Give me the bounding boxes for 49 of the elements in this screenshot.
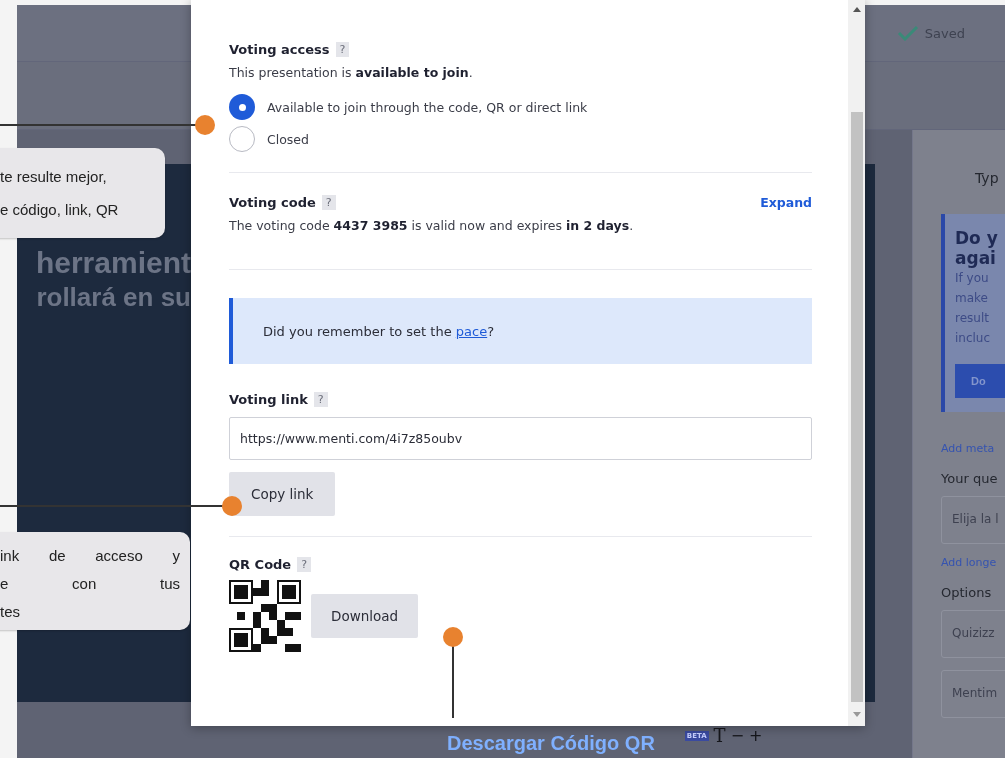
annotation-text: e con tus (0, 574, 180, 594)
help-button[interactable]: ? (297, 557, 312, 572)
notice-text: result (955, 310, 990, 327)
slide-caption: Descargar Código QR (447, 732, 655, 755)
radio-button[interactable] (229, 126, 255, 152)
access-status: This presentation is available to join. (229, 65, 474, 80)
scroll-down-icon[interactable] (852, 712, 861, 718)
scrollbar[interactable] (848, 0, 865, 726)
notice-button[interactable]: Do (955, 364, 1005, 398)
expand-link[interactable]: Expand (760, 195, 812, 210)
text-size-button[interactable]: T (713, 726, 726, 746)
notice-title: Do y (955, 228, 999, 248)
radio-button[interactable] (229, 94, 255, 120)
pace-link[interactable]: pace (455, 323, 488, 339)
input-field[interactable]: Mentim (941, 670, 1005, 718)
panel-heading: Typ (975, 170, 999, 186)
check-icon (896, 25, 919, 41)
scrollbar-thumb[interactable] (850, 112, 863, 702)
notice-text: incluc (955, 330, 992, 347)
radio-label[interactable]: Closed (267, 131, 309, 147)
zoom-in-button[interactable]: + (749, 726, 763, 746)
section-title: Voting access (229, 42, 330, 57)
annotation-text: e código, link, QR (0, 200, 120, 220)
reminder-text: Did you remember to set the pace? (263, 323, 495, 339)
help-button[interactable]: ? (313, 392, 328, 407)
slide-text: herramient (34, 246, 191, 280)
qr-code-icon (229, 580, 301, 652)
slide-text: rollará en su (35, 281, 191, 314)
annotation-text: te resulte mejor, (0, 167, 108, 187)
voting-code-text: The voting code 4437 3985 is valid now and expires in 2 days. (229, 218, 635, 233)
zoom-out-button[interactable]: − (730, 726, 745, 746)
scroll-up-icon[interactable] (852, 6, 861, 12)
panel-label: Options (941, 585, 992, 600)
annotation-text: tes (0, 602, 21, 622)
notice-title: agai (955, 248, 997, 268)
section-title: QR Code (229, 557, 292, 572)
notice-text: If you (955, 270, 990, 287)
download-button[interactable]: Download (311, 594, 419, 638)
section-title: Voting link (229, 392, 308, 407)
notice-text: make (955, 290, 989, 307)
section-title: Voting code (229, 195, 316, 210)
help-button[interactable]: ? (321, 195, 336, 210)
radio-label[interactable]: Available to join through the code, QR or direct link (267, 99, 588, 115)
link-field[interactable]: https://www.menti.com/4i7z85oubv (229, 417, 812, 460)
copy-link-button[interactable]: Copy link (229, 472, 336, 516)
annotation-text: ink de acceso y (0, 546, 180, 566)
panel-label: Your que (941, 471, 998, 486)
help-button[interactable]: ? (335, 42, 350, 57)
input-field[interactable]: Quizizz (941, 610, 1005, 658)
